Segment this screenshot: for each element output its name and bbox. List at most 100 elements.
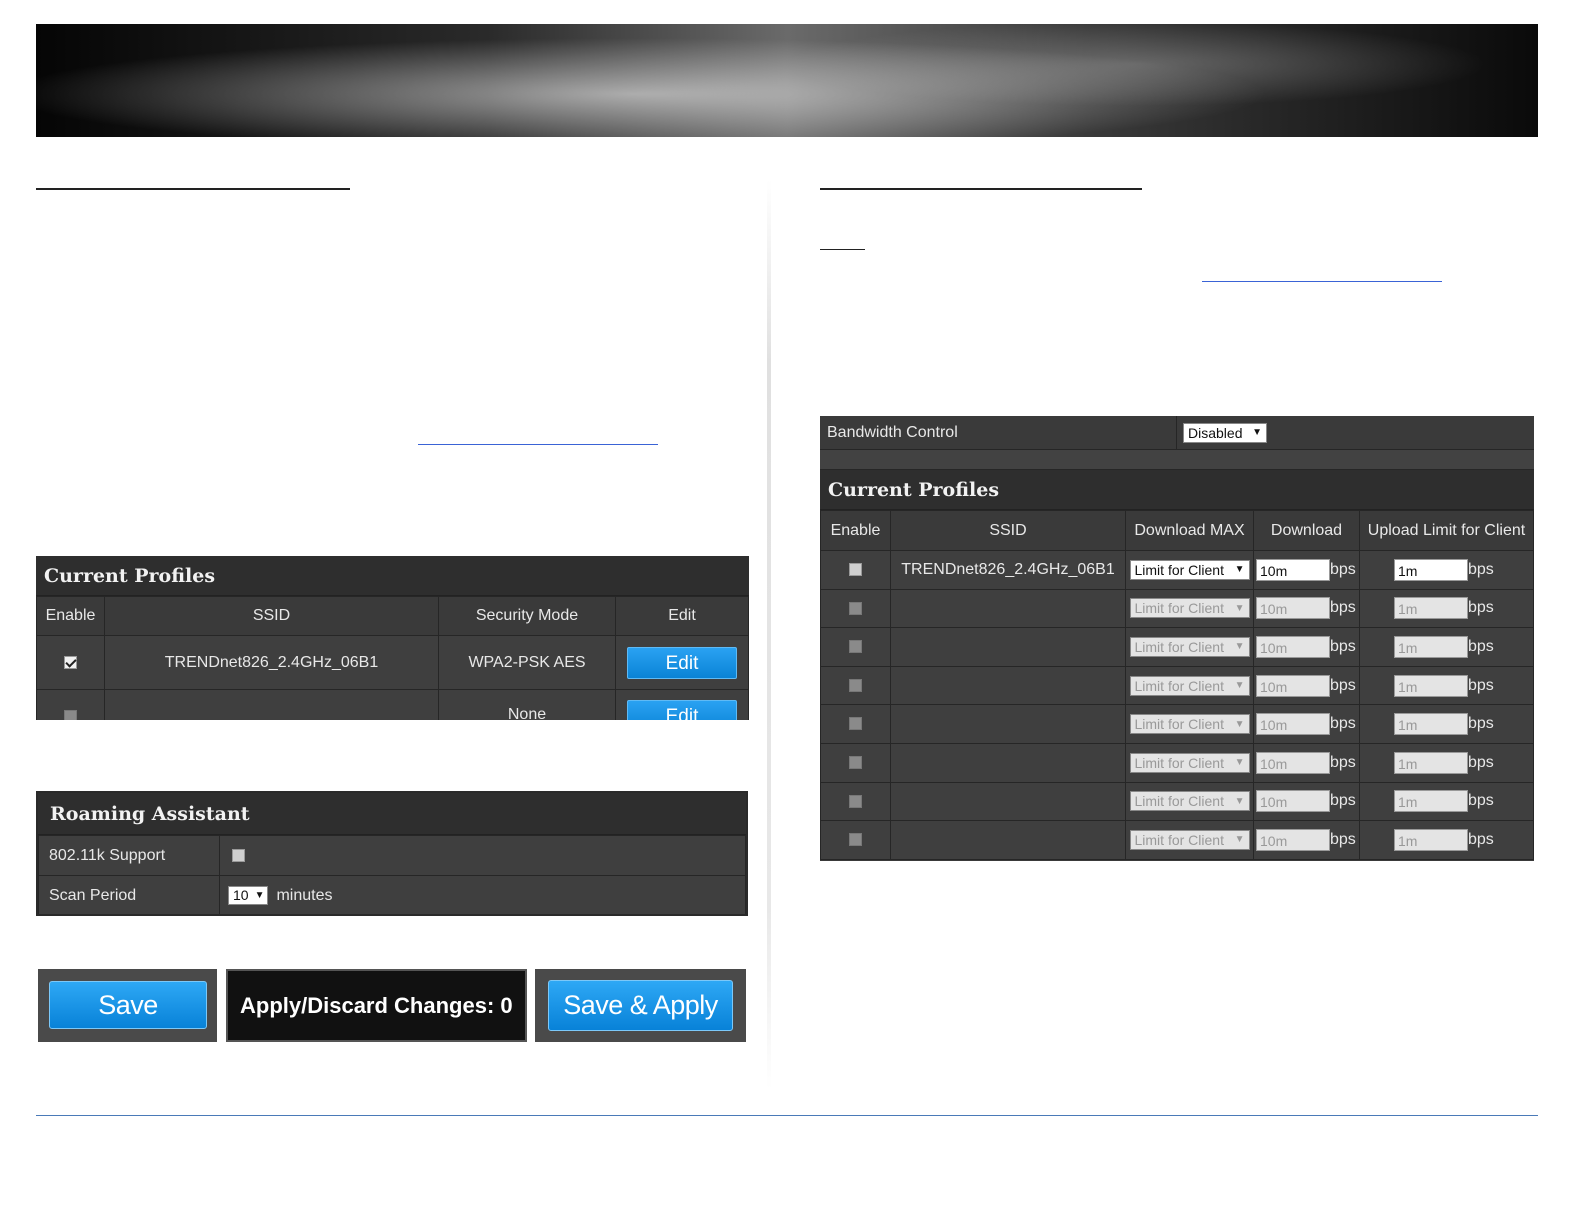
security-cell: WPA2-PSK AES — [438, 635, 616, 690]
ssid-cell — [890, 588, 1126, 629]
ssid-cell: TRENDnet826_2.4GHz_06B1 — [104, 635, 439, 690]
table-row: TRENDnet826_2.4GHz_06B1 Limit for Client ▼… — [820, 550, 1534, 590]
download-cell: 10m bps — [1253, 781, 1360, 822]
download-max-value: Limit for Client — [1134, 793, 1224, 810]
download-max-cell: Limit for Client ▼ — [1125, 665, 1254, 706]
download-input[interactable]: 10m — [1256, 558, 1330, 581]
ssid-cell — [104, 689, 439, 720]
download-cell: 10m bps — [1253, 588, 1360, 629]
download-input[interactable]: 10m — [1256, 751, 1330, 774]
enable-checkbox[interactable] — [849, 640, 862, 654]
enable-checkbox[interactable] — [849, 678, 862, 692]
download-input[interactable]: 10m — [1256, 674, 1330, 697]
download-input[interactable]: 10m — [1256, 713, 1330, 736]
table-row: TRENDnet826_2.4GHz_06B1 WPA2-PSK AES Edi… — [36, 635, 749, 690]
col-download-max: Download MAX — [1125, 510, 1254, 551]
left-current-profiles-panel: Current Profiles Enable SSID Security Mo… — [36, 556, 749, 720]
upload-input[interactable]: 1m — [1394, 790, 1468, 813]
edit-button[interactable]: Edit — [627, 646, 737, 679]
table-row: Limit for Client ▼ 10m bps 1m bps — [820, 588, 1534, 629]
ssid-cell: TRENDnet826_2.4GHz_06B1 — [890, 550, 1126, 590]
upload-unit: bps — [1468, 676, 1494, 694]
security-cell: None — [438, 689, 616, 720]
right-heading-rule — [820, 188, 1142, 190]
apply-discard-bar[interactable]: Apply/Discard Changes: 0 — [226, 969, 527, 1042]
roaming-assistant-panel: Roaming Assistant 802.11k Support Scan P… — [36, 791, 748, 916]
scan-label: Scan Period — [38, 875, 220, 914]
download-max-cell: Limit for Client ▼ — [1125, 820, 1254, 860]
col-edit: Edit — [615, 596, 749, 636]
download-max-select[interactable]: Limit for Client ▼ — [1129, 636, 1250, 657]
bandwidth-select[interactable]: Disabled ▼ — [1183, 422, 1267, 443]
download-unit: bps — [1330, 599, 1356, 617]
edit-cell: Edit — [615, 689, 749, 720]
upload-input[interactable]: 1m — [1394, 751, 1468, 774]
upload-input[interactable]: 1m — [1394, 828, 1468, 851]
download-input[interactable]: 10m — [1256, 790, 1330, 813]
save-apply-button[interactable]: Save & Apply — [548, 980, 733, 1031]
scan-period-select[interactable]: 10 ▼ — [228, 885, 268, 905]
upload-cell: 1m bps — [1359, 627, 1534, 667]
table-row: Limit for Client ▼ 10m bps 1m bps — [820, 820, 1534, 860]
upload-input[interactable]: 1m — [1394, 713, 1468, 736]
download-max-select[interactable]: Limit for Client ▼ — [1129, 791, 1250, 812]
enable-checkbox[interactable] — [849, 717, 862, 731]
download-input[interactable]: 10m — [1256, 828, 1330, 851]
enable-checkbox[interactable] — [849, 794, 862, 808]
download-cell: 10m bps — [1253, 550, 1360, 590]
enable-checkbox[interactable] — [64, 710, 77, 720]
left-link-underline[interactable] — [418, 444, 658, 445]
chevron-down-icon: ▼ — [1234, 602, 1245, 614]
download-input[interactable]: 10m — [1256, 597, 1330, 620]
bandwidth-profiles-table: Enable SSID Download MAX Download Upload… — [820, 510, 1534, 860]
download-input[interactable]: 10m — [1256, 635, 1330, 658]
enable-cell — [820, 627, 891, 667]
download-max-select[interactable]: Limit for Client ▼ — [1129, 598, 1250, 619]
download-max-value: Limit for Client — [1134, 716, 1224, 733]
profiles-table: Enable SSID Security Mode Edit TRENDnet8… — [36, 596, 749, 720]
table-row: Limit for Client ▼ 10m bps 1m bps — [820, 781, 1534, 822]
download-cell: 10m bps — [1253, 704, 1360, 744]
chevron-down-icon: ▼ — [1234, 718, 1245, 730]
table-row: Limit for Client ▼ 10m bps 1m bps — [820, 665, 1534, 706]
scan-unit: minutes — [276, 887, 333, 905]
download-max-select[interactable]: Limit for Client ▼ — [1129, 559, 1250, 580]
upload-input[interactable]: 1m — [1394, 558, 1468, 581]
enable-checkbox[interactable] — [849, 563, 862, 577]
col-ssid: SSID — [104, 596, 439, 636]
download-max-cell: Limit for Client ▼ — [1125, 704, 1254, 744]
edit-button[interactable]: Edit — [627, 700, 737, 720]
ssid-cell — [890, 781, 1126, 822]
upload-input[interactable]: 1m — [1394, 674, 1468, 697]
upload-input[interactable]: 1m — [1394, 597, 1468, 620]
download-max-cell: Limit for Client ▼ — [1125, 627, 1254, 667]
enable-checkbox[interactable] — [849, 756, 862, 770]
save-button[interactable]: Save — [49, 981, 207, 1029]
ssid-cell — [890, 665, 1126, 706]
download-max-select[interactable]: Limit for Client ▼ — [1129, 752, 1250, 773]
enable-checkbox[interactable] — [849, 833, 862, 847]
support-checkbox[interactable] — [232, 848, 245, 862]
download-cell: 10m bps — [1253, 742, 1360, 783]
col-upload-limit: Upload Limit for Client — [1359, 510, 1534, 551]
upload-unit: bps — [1468, 637, 1494, 655]
edit-cell: Edit — [615, 635, 749, 690]
upload-input[interactable]: 1m — [1394, 635, 1468, 658]
download-max-cell: Limit for Client ▼ — [1125, 781, 1254, 822]
enable-cell — [820, 588, 891, 629]
chevron-down-icon: ▼ — [1234, 757, 1245, 769]
table-row: Limit for Client ▼ 10m bps 1m bps — [820, 704, 1534, 744]
right-link-underline[interactable] — [1202, 281, 1442, 282]
download-max-select[interactable]: Limit for Client ▼ — [1129, 714, 1250, 735]
upload-cell: 1m bps — [1359, 550, 1534, 590]
enable-checkbox[interactable] — [64, 655, 77, 669]
col-enable: Enable — [820, 510, 891, 551]
download-max-select[interactable]: Limit for Client ▼ — [1129, 829, 1250, 850]
ssid-cell — [890, 627, 1126, 667]
download-unit: bps — [1330, 753, 1356, 771]
upload-cell: 1m bps — [1359, 665, 1534, 706]
download-max-select[interactable]: Limit for Client ▼ — [1129, 675, 1250, 696]
upload-cell: 1m bps — [1359, 742, 1534, 783]
enable-checkbox[interactable] — [849, 601, 862, 615]
footer-rule — [36, 1115, 1538, 1116]
